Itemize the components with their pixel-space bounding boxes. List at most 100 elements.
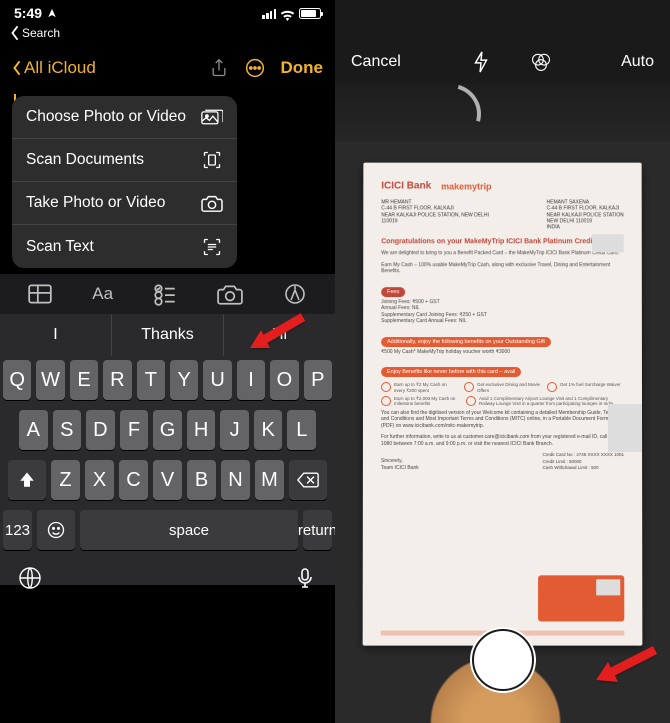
prediction-2[interactable]: Thanks — [112, 314, 224, 356]
format-button[interactable]: Aa — [92, 284, 113, 304]
nav-bar: All iCloud Done — [0, 48, 335, 88]
back-to-search[interactable]: Search — [0, 22, 335, 48]
cancel-button[interactable]: Cancel — [351, 53, 401, 71]
key-u[interactable]: U — [203, 360, 231, 400]
key-c[interactable]: C — [119, 460, 148, 500]
key-y[interactable]: Y — [170, 360, 198, 400]
key-b[interactable]: B — [187, 460, 216, 500]
key-a[interactable]: A — [19, 410, 48, 450]
key-j[interactable]: J — [220, 410, 249, 450]
done-button[interactable]: Done — [281, 58, 324, 78]
flash-icon[interactable] — [471, 51, 491, 73]
space-key[interactable]: space — [80, 510, 298, 550]
redaction-box — [592, 234, 624, 252]
key-x[interactable]: X — [85, 460, 114, 500]
menu-scan-documents[interactable]: Scan Documents — [12, 139, 237, 182]
notes-panel: 5:49 Search All iCloud Done Choose Photo… — [0, 0, 335, 723]
doc-line: We are delighted to bring to you a Benef… — [381, 251, 624, 257]
chevron-left-icon — [10, 24, 20, 42]
shutter-button[interactable] — [470, 627, 536, 693]
key-q[interactable]: Q — [3, 360, 31, 400]
battery-icon — [299, 8, 321, 19]
backspace-key[interactable] — [289, 460, 327, 500]
globe-icon[interactable] — [18, 566, 42, 590]
doc-line: Earn My Cash – 100% usable MakeMyTrip Ca… — [381, 262, 624, 275]
address-left: MR HEMANT C-44 B FIRST FLOOR, KALKAJI NE… — [381, 199, 489, 230]
markup-icon[interactable] — [282, 282, 308, 306]
backspace-icon — [297, 472, 319, 488]
shift-key[interactable] — [8, 460, 46, 500]
menu-label: Choose Photo or Video — [26, 108, 186, 126]
key-z[interactable]: Z — [51, 460, 80, 500]
scan-document-icon — [201, 150, 223, 170]
signature: Sincerely, Team ICICI Bank — [381, 458, 419, 471]
key-p[interactable]: P — [304, 360, 332, 400]
key-s[interactable]: S — [53, 410, 82, 450]
attachment-menu: Choose Photo or Video Scan Documents Tak… — [12, 96, 237, 268]
numbers-key[interactable]: 123 — [3, 510, 32, 550]
dictation-icon[interactable] — [293, 566, 317, 590]
emoji-key[interactable] — [37, 510, 75, 550]
key-g[interactable]: G — [153, 410, 182, 450]
makemytrip-logo: makemytrip — [441, 181, 491, 191]
status-bar: 5:49 — [0, 0, 335, 22]
filter-icon[interactable] — [531, 51, 551, 73]
location-icon — [47, 8, 57, 18]
table-icon[interactable] — [27, 282, 53, 306]
scan-panel: Cancel Auto ICICI Bank makemytrip MR HEM… — [335, 0, 670, 723]
prediction-1[interactable]: I — [0, 314, 112, 356]
key-m[interactable]: M — [255, 460, 284, 500]
red-arrow-left — [248, 312, 308, 359]
camera-icon — [201, 193, 223, 213]
key-f[interactable]: F — [120, 410, 149, 450]
card-graphic — [538, 575, 624, 621]
return-key[interactable]: return — [303, 510, 332, 550]
scanned-document: ICICI Bank makemytrip MR HEMANT C-44 B F… — [363, 163, 643, 646]
share-icon[interactable] — [209, 58, 229, 78]
key-k[interactable]: K — [254, 410, 283, 450]
auto-button[interactable]: Auto — [621, 53, 654, 71]
benefit: Avail 1 Complimentary Airport Lounge Vis… — [479, 396, 624, 407]
pill-additional: Additionally, enjoy the following benefi… — [381, 337, 551, 347]
key-e[interactable]: E — [70, 360, 98, 400]
menu-label: Take Photo or Video — [26, 194, 165, 212]
benefit: Get exclusive Dining and Movie Offers — [477, 382, 541, 393]
key-d[interactable]: D — [86, 410, 115, 450]
fees-body: Joining Fees: ₹500 + GST Annual Fees: NI… — [381, 299, 624, 325]
emoji-icon — [46, 520, 66, 540]
key-v[interactable]: V — [153, 460, 182, 500]
status-time: 5:49 — [14, 5, 42, 21]
note-toolbar: Aa — [0, 274, 335, 314]
pill-benefits: Enjoy Benefits like never before with th… — [381, 367, 521, 377]
doc-footer: You can also find the digitised version … — [381, 410, 624, 430]
menu-choose-photo[interactable]: Choose Photo or Video — [12, 96, 237, 139]
benefit: Earn up to ₹2,000 My Cash on milestone b… — [394, 396, 460, 407]
menu-take-photo[interactable]: Take Photo or Video — [12, 182, 237, 225]
icici-logo: ICICI Bank — [381, 181, 431, 192]
doc-title: Congratulations on your MakeMyTrip ICICI… — [381, 239, 624, 246]
key-w[interactable]: W — [36, 360, 64, 400]
key-n[interactable]: N — [221, 460, 250, 500]
menu-scan-text[interactable]: Scan Text — [12, 225, 237, 268]
signal-icon — [262, 8, 276, 19]
key-l[interactable]: L — [287, 410, 316, 450]
key-h[interactable]: H — [187, 410, 216, 450]
note-body[interactable]: Choose Photo or Video Scan Documents Tak… — [0, 88, 335, 274]
redaction-box — [608, 404, 642, 452]
camera-tool-icon[interactable] — [217, 282, 243, 306]
menu-label: Scan Text — [26, 238, 94, 256]
red-arrow-right — [590, 644, 660, 693]
back-all-icloud[interactable]: All iCloud — [12, 58, 96, 78]
key-o[interactable]: O — [270, 360, 298, 400]
scan-text-icon — [201, 237, 223, 257]
more-icon[interactable] — [245, 58, 265, 78]
scan-top-bar: Cancel Auto — [335, 40, 670, 84]
checklist-icon[interactable] — [152, 282, 178, 306]
key-r[interactable]: R — [103, 360, 131, 400]
back-search-label: Search — [22, 26, 60, 40]
key-t[interactable]: T — [137, 360, 165, 400]
key-i[interactable]: I — [237, 360, 265, 400]
add-body: ₹500 My Cash* MakeMyTrip holiday voucher… — [381, 349, 624, 355]
back-label: All iCloud — [24, 58, 96, 78]
viewfinder: ICICI Bank makemytrip MR HEMANT C-44 B F… — [335, 84, 670, 723]
